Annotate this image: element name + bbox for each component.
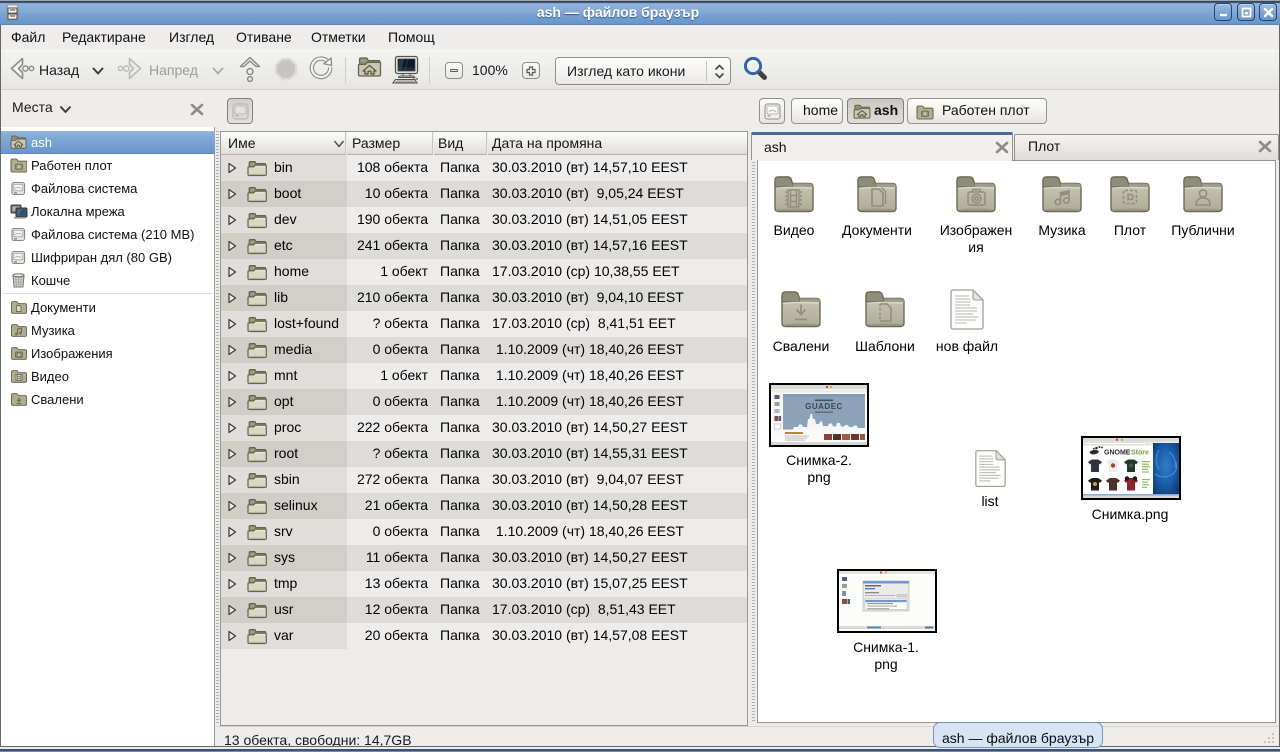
svg-text:Store: Store xyxy=(1131,450,1149,457)
svg-text:GUADEC: GUADEC xyxy=(805,402,843,411)
svg-text:GNOME: GNOME xyxy=(1104,450,1131,457)
